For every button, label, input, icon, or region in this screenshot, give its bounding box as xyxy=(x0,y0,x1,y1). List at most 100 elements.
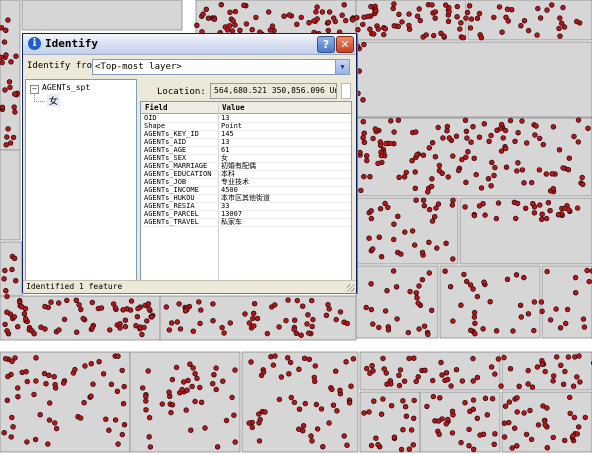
agent-point[interactable] xyxy=(343,359,349,365)
agent-point[interactable] xyxy=(364,153,370,159)
agent-point[interactable] xyxy=(423,32,429,38)
agent-point[interactable] xyxy=(1,430,7,436)
agent-point[interactable] xyxy=(512,215,519,222)
agent-point[interactable] xyxy=(364,365,370,372)
agent-point[interactable] xyxy=(562,205,568,212)
agent-point[interactable] xyxy=(412,242,418,248)
agent-point[interactable] xyxy=(393,284,400,290)
agent-point[interactable] xyxy=(214,444,221,450)
agent-point[interactable] xyxy=(260,369,267,375)
agent-point[interactable] xyxy=(296,426,302,432)
agent-point[interactable] xyxy=(537,15,544,21)
agent-point[interactable] xyxy=(4,293,10,300)
agent-point[interactable] xyxy=(203,6,210,13)
agent-point[interactable] xyxy=(463,15,469,21)
agent-point[interactable] xyxy=(435,201,442,207)
agent-point[interactable] xyxy=(438,359,444,366)
agent-point[interactable] xyxy=(576,353,582,359)
agent-point[interactable] xyxy=(457,26,463,32)
agent-point[interactable] xyxy=(96,359,102,365)
agent-point[interactable] xyxy=(543,171,549,177)
agent-point[interactable] xyxy=(12,278,19,284)
agent-point[interactable] xyxy=(476,10,483,17)
agent-point[interactable] xyxy=(42,303,48,310)
agent-point[interactable] xyxy=(467,282,474,288)
agent-point[interactable] xyxy=(488,364,495,370)
agent-point[interactable] xyxy=(464,135,470,141)
agent-point[interactable] xyxy=(531,327,537,334)
agent-point[interactable] xyxy=(478,185,485,191)
agent-point[interactable] xyxy=(406,446,412,452)
agent-point[interactable] xyxy=(288,394,294,401)
agent-point[interactable] xyxy=(435,418,442,424)
agent-point[interactable] xyxy=(296,406,303,412)
agent-point[interactable] xyxy=(360,21,366,28)
agent-point[interactable] xyxy=(557,33,563,39)
agent-point[interactable] xyxy=(416,6,422,12)
agent-point[interactable] xyxy=(309,438,315,444)
agent-point[interactable] xyxy=(192,371,198,377)
agent-point[interactable] xyxy=(474,374,481,381)
agent-point[interactable] xyxy=(391,1,397,7)
agent-point[interactable] xyxy=(51,374,57,380)
agent-point[interactable] xyxy=(468,327,474,333)
agent-point[interactable] xyxy=(173,364,180,371)
agent-point[interactable] xyxy=(421,323,428,329)
agent-point[interactable] xyxy=(110,301,117,307)
agent-point[interactable] xyxy=(550,373,557,379)
agent-point[interactable] xyxy=(543,215,550,222)
agent-point[interactable] xyxy=(538,299,545,305)
agent-point[interactable] xyxy=(249,424,256,431)
agent-point[interactable] xyxy=(41,370,48,377)
agent-point[interactable] xyxy=(436,168,443,174)
agent-point[interactable] xyxy=(460,34,467,41)
agent-point[interactable] xyxy=(346,400,353,406)
agent-point[interactable] xyxy=(491,14,497,21)
agent-point[interactable] xyxy=(231,412,237,418)
agent-point[interactable] xyxy=(117,325,123,331)
agent-point[interactable] xyxy=(368,208,374,214)
agent-point[interactable] xyxy=(450,256,456,262)
agent-point[interactable] xyxy=(390,5,396,12)
agent-point[interactable] xyxy=(430,393,437,400)
agent-point[interactable] xyxy=(484,412,490,418)
agent-point[interactable] xyxy=(426,239,432,246)
agent-point[interactable] xyxy=(251,323,257,329)
agent-point[interactable] xyxy=(182,308,189,314)
agent-point[interactable] xyxy=(381,31,387,38)
agent-point[interactable] xyxy=(498,383,504,389)
agent-point[interactable] xyxy=(115,353,121,359)
agent-point[interactable] xyxy=(449,408,456,414)
agent-point[interactable] xyxy=(19,304,25,310)
agent-point[interactable] xyxy=(0,25,5,31)
agent-point[interactable] xyxy=(562,320,569,327)
agent-point[interactable] xyxy=(291,326,297,333)
agent-point[interactable] xyxy=(443,2,449,8)
agent-point[interactable] xyxy=(580,316,587,322)
agent-point[interactable] xyxy=(21,311,28,317)
agent-point[interactable] xyxy=(450,153,456,159)
agent-point[interactable] xyxy=(181,379,187,385)
agent-point[interactable] xyxy=(76,302,82,308)
agent-point[interactable] xyxy=(407,288,413,295)
agent-point[interactable] xyxy=(429,183,435,190)
agent-point[interactable] xyxy=(476,134,483,140)
agent-point[interactable] xyxy=(480,431,487,437)
agent-point[interactable] xyxy=(119,431,126,438)
agent-point[interactable] xyxy=(557,325,564,331)
agent-point[interactable] xyxy=(5,373,11,380)
agent-point[interactable] xyxy=(401,174,408,180)
agent-point[interactable] xyxy=(574,431,580,437)
agent-point[interactable] xyxy=(514,443,520,449)
agent-point[interactable] xyxy=(405,329,411,336)
agent-point[interactable] xyxy=(146,434,152,440)
agent-point[interactable] xyxy=(375,26,381,32)
agent-point[interactable] xyxy=(306,330,312,336)
agent-point[interactable] xyxy=(176,301,182,307)
agent-point[interactable] xyxy=(434,245,440,251)
agent-point[interactable] xyxy=(10,134,17,141)
agent-point[interactable] xyxy=(251,310,257,316)
feature-tree[interactable]: − AGENTs_spt 女 xyxy=(25,79,137,281)
agent-point[interactable] xyxy=(251,301,258,307)
agent-point[interactable] xyxy=(496,4,503,10)
